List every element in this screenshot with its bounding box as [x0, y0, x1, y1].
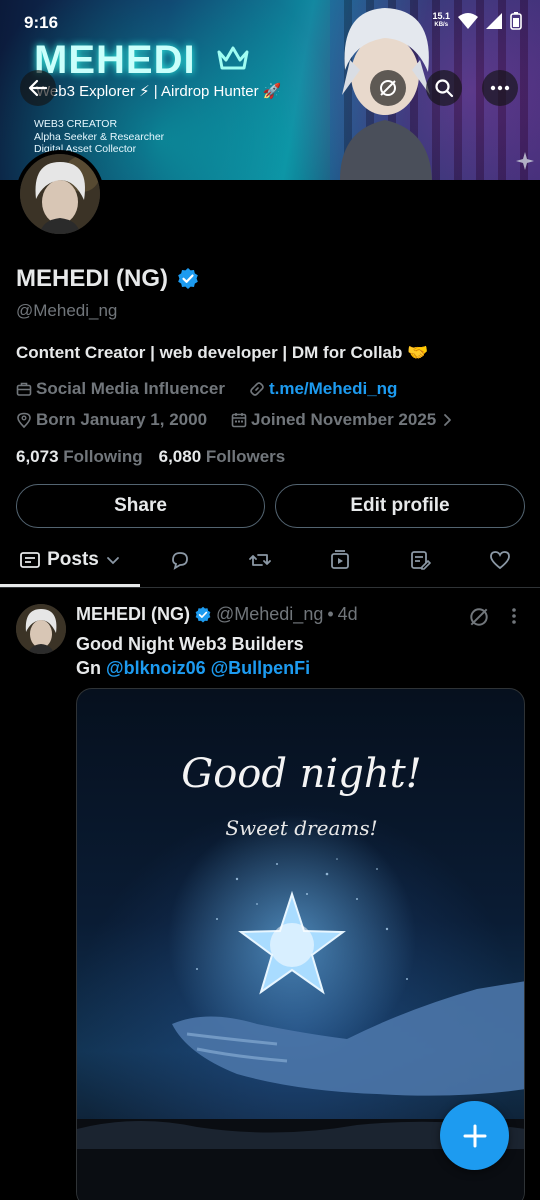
battery-icon — [510, 12, 522, 30]
followers-label: Followers — [205, 447, 286, 466]
banner-line: WEB3 CREATOR — [34, 118, 118, 130]
profile-website-link[interactable]: t.me/Mehedi_ng — [269, 379, 397, 399]
profile-display-name: MEHEDI (NG) — [16, 265, 200, 293]
profile-birthday: Born January 1, 2000 — [36, 410, 208, 429]
banner-tagline: Web3 Explorer ⚡ | Airdrop Hunter 🚀 — [36, 83, 282, 100]
compose-post-button[interactable] — [440, 1101, 509, 1170]
repost-icon — [249, 554, 271, 566]
tab-videos[interactable] — [310, 532, 370, 588]
profile-handle: @Mehedi_ng — [16, 301, 118, 320]
post-author-handle[interactable]: @Mehedi_ng — [216, 604, 323, 625]
share-button[interactable]: Share — [16, 484, 265, 528]
profile-avatar[interactable] — [16, 150, 104, 238]
profile-tabs: Posts — [0, 532, 540, 588]
mention-link[interactable]: @blknoiz06 — [106, 658, 206, 678]
sparkle-icon — [516, 152, 534, 170]
network-speed-unit: KB/s — [434, 22, 449, 28]
grok-button[interactable] — [370, 70, 406, 106]
tab-replies[interactable] — [150, 532, 210, 588]
plus-icon — [463, 1124, 486, 1147]
verified-badge-icon — [195, 606, 211, 622]
following-count: 6,073 — [16, 447, 59, 466]
signal-icon — [486, 13, 502, 29]
reply-bubble-icon — [172, 552, 188, 570]
more-options-button[interactable] — [482, 70, 518, 106]
tab-articles[interactable] — [390, 532, 450, 588]
followers-count: 6,080 — [158, 447, 202, 466]
search-button[interactable] — [426, 70, 462, 106]
profile-category: Social Media Influencer — [36, 379, 225, 398]
post-more-icon[interactable] — [510, 606, 518, 626]
location-pin-icon — [17, 412, 31, 428]
tab-likes[interactable] — [470, 532, 530, 588]
profile-bio: Content Creator | web developer | DM for… — [16, 343, 429, 362]
profile-meta-row-1: Social Media Influencer t.me/Mehedi_ng — [16, 379, 397, 399]
followers-link[interactable]: 6,080 Followers — [159, 447, 286, 467]
following-label: Following — [63, 447, 143, 466]
back-button[interactable] — [20, 70, 56, 106]
profile-joined-date: Joined November 2025 — [251, 410, 437, 429]
status-icons: 15.1 KB/s — [432, 12, 522, 30]
grok-icon[interactable] — [468, 606, 490, 628]
image-title: Good night! — [181, 751, 422, 797]
tab-reposts[interactable] — [230, 532, 290, 588]
post-text-prefix: Gn — [76, 658, 101, 678]
wifi-icon — [458, 13, 478, 29]
calendar-icon — [231, 413, 247, 428]
profile-meta-row-2: Born January 1, 2000 Joined November 202… — [16, 410, 454, 430]
edit-profile-button[interactable]: Edit profile — [275, 484, 525, 528]
briefcase-icon — [16, 382, 32, 396]
posts-feed-icon — [20, 552, 41, 568]
status-time: 9:16 — [24, 13, 59, 32]
avatar-image — [20, 154, 100, 234]
heart-icon — [490, 551, 510, 570]
banner-line: Alpha Seeker & Researcher — [34, 130, 165, 143]
status-bar: 9:16 15.1 KB/s — [0, 0, 540, 46]
post-text: Good Night Web3 Builders Gn @blknoiz06 @… — [76, 632, 310, 680]
chevron-down-icon — [106, 557, 119, 565]
post-timestamp[interactable]: 4d — [338, 604, 358, 625]
arrow-left-icon — [28, 79, 48, 97]
post-author-avatar[interactable] — [16, 604, 66, 654]
display-name-text: MEHEDI (NG) — [16, 265, 168, 292]
video-icon — [331, 550, 349, 569]
post-separator: • — [327, 604, 334, 624]
network-speed-value: 15.1 — [432, 11, 450, 21]
grok-icon — [380, 80, 396, 96]
search-icon — [435, 79, 454, 98]
following-link[interactable]: 6,073 Following — [16, 447, 143, 467]
verified-badge-icon[interactable] — [176, 267, 200, 291]
crown-icon — [217, 46, 249, 70]
mention-link[interactable]: @BullpenFi — [211, 658, 311, 678]
chevron-right-icon[interactable] — [440, 412, 454, 428]
tab-posts[interactable]: Posts — [0, 532, 140, 588]
tab-active-indicator — [0, 584, 140, 587]
post-avatar-image — [16, 604, 66, 654]
more-horizontal-icon — [490, 85, 510, 91]
image-subtitle: Sweet dreams! — [225, 816, 378, 840]
follow-stats: 6,073 Following 6,080 Followers — [16, 447, 285, 467]
link-icon — [250, 382, 264, 396]
article-icon — [411, 551, 431, 570]
post-text-line-2: Gn @blknoiz06 @BullpenFi — [76, 656, 310, 680]
post-header: MEHEDI (NG) @Mehedi_ng • 4d — [76, 604, 358, 625]
post-author-name[interactable]: MEHEDI (NG) — [76, 604, 190, 625]
tab-posts-label: Posts — [47, 549, 99, 570]
network-speed: 15.1 KB/s — [432, 12, 450, 30]
post-text-line-1: Good Night Web3 Builders — [76, 634, 304, 654]
